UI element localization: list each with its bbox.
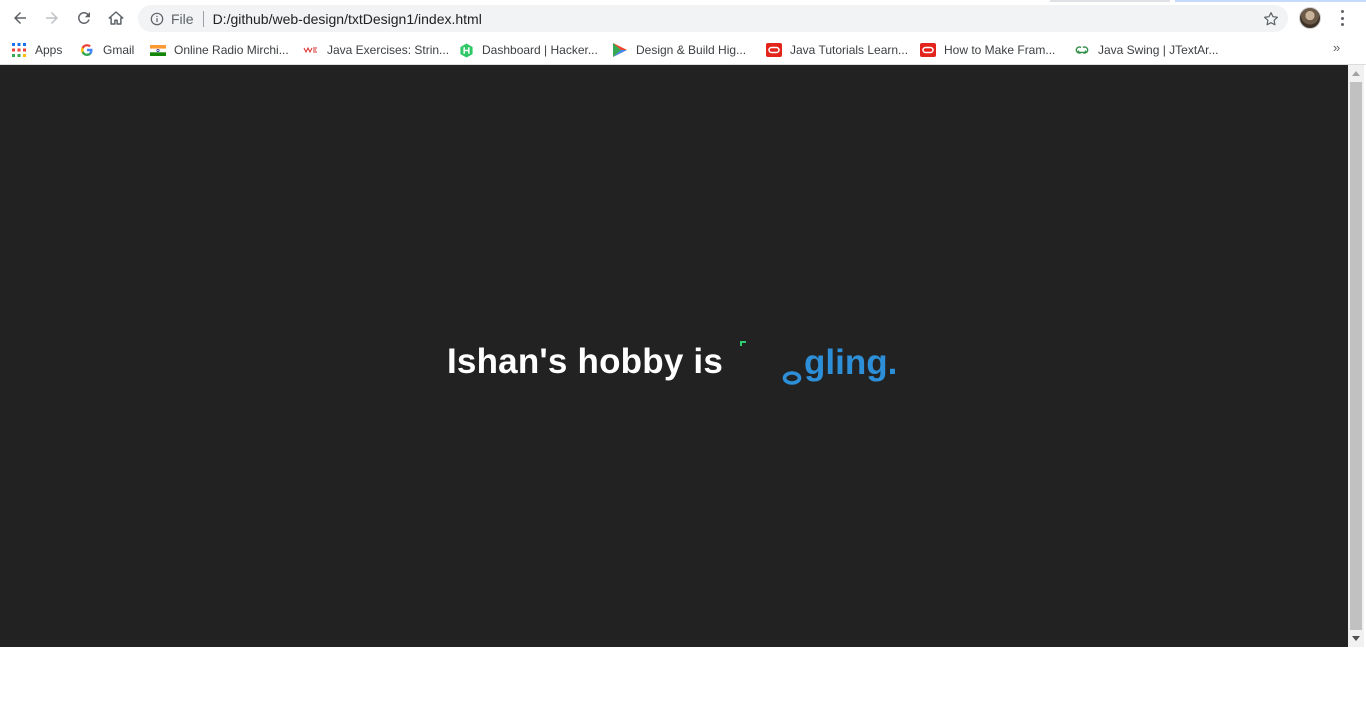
- bookmark-label: How to Make Fram...: [944, 43, 1056, 57]
- browser-toolbar: File D:/github/web-design/txtDesign1/ind…: [0, 0, 1366, 36]
- page-viewport: Ishan's hobby is gling.: [0, 65, 1348, 647]
- bookmark-label: Gmail: [103, 43, 135, 57]
- scrollbar-thumb[interactable]: [1350, 82, 1362, 630]
- bookmark-java-tutorials[interactable]: Java Tutorials Learn...: [766, 40, 908, 60]
- bookmark-java-exercises[interactable]: Java Exercises: Strin...: [303, 40, 449, 60]
- bookmark-label: Apps: [35, 43, 63, 57]
- bookmark-label: Java Tutorials Learn...: [790, 43, 909, 57]
- tab-strip-edge: [1050, 0, 1170, 2]
- scroll-down-arrow-icon[interactable]: [1348, 630, 1364, 647]
- india-flag-icon: [150, 42, 166, 58]
- address-bar[interactable]: File D:/github/web-design/txtDesign1/ind…: [138, 5, 1288, 32]
- animated-hobby-word: gling.: [804, 343, 898, 382]
- bookmark-hackerrank[interactable]: Dashboard | Hacker...: [458, 40, 598, 60]
- tab-strip-edge-active: [1175, 0, 1366, 2]
- animated-letter-fragment: [740, 341, 746, 346]
- oracle-icon: [766, 42, 782, 58]
- star-icon[interactable]: [1262, 10, 1280, 28]
- arrow-right-icon: [46, 12, 58, 24]
- back-button[interactable]: [6, 4, 34, 32]
- geeksforgeeks-icon: [1074, 42, 1090, 58]
- hobby-static-text: Ishan's hobby is: [447, 342, 724, 381]
- bookmark-apps[interactable]: Apps: [11, 40, 62, 60]
- bookmark-label: Online Radio Mirchi...: [174, 43, 289, 57]
- bookmark-label: Java Swing | JTextAr...: [1098, 43, 1219, 57]
- bookmark-radio-mirchi[interactable]: Online Radio Mirchi...: [150, 40, 289, 60]
- bookmark-label: Dashboard | Hacker...: [482, 43, 598, 57]
- reload-button[interactable]: [70, 4, 98, 32]
- google-play-icon: [612, 42, 628, 58]
- bookmark-how-to-make-frame[interactable]: How to Make Fram...: [920, 40, 1055, 60]
- kebab-menu-icon[interactable]: [1333, 8, 1351, 28]
- oracle-icon: [920, 42, 936, 58]
- arrow-left-icon: [14, 12, 26, 24]
- bookmarks-bar: Apps Gmail Online Radio Mirchi... Java E…: [0, 36, 1366, 65]
- google-g-icon: [79, 42, 95, 58]
- apps-grid-icon: [11, 42, 27, 58]
- scroll-up-arrow-icon[interactable]: [1348, 65, 1364, 82]
- w3resource-icon: [303, 42, 319, 58]
- animated-letter-o: [782, 371, 802, 385]
- hackerrank-icon: [458, 42, 474, 58]
- bookmark-design-build[interactable]: Design & Build Hig...: [612, 40, 746, 60]
- avatar[interactable]: [1299, 7, 1321, 29]
- home-button[interactable]: [102, 4, 130, 32]
- empty-area: [0, 647, 1366, 728]
- info-icon[interactable]: [149, 11, 165, 27]
- vertical-scrollbar[interactable]: [1348, 65, 1364, 647]
- reload-icon: [77, 11, 90, 24]
- hero-section: Ishan's hobby is gling.: [0, 65, 1348, 647]
- bookmark-gmail[interactable]: Gmail: [79, 40, 134, 60]
- omnibox-divider: [202, 10, 204, 27]
- url-text[interactable]: D:/github/web-design/txtDesign1/index.ht…: [213, 11, 482, 27]
- url-scheme-label: File: [171, 10, 194, 27]
- bookmark-java-swing[interactable]: Java Swing | JTextAr...: [1074, 40, 1219, 60]
- bookmark-label: Design & Build Hig...: [636, 43, 747, 57]
- home-icon: [108, 11, 124, 25]
- forward-button[interactable]: [38, 4, 66, 32]
- bookmarks-overflow-button[interactable]: »: [1333, 40, 1340, 55]
- bookmark-label: Java Exercises: Strin...: [327, 43, 450, 57]
